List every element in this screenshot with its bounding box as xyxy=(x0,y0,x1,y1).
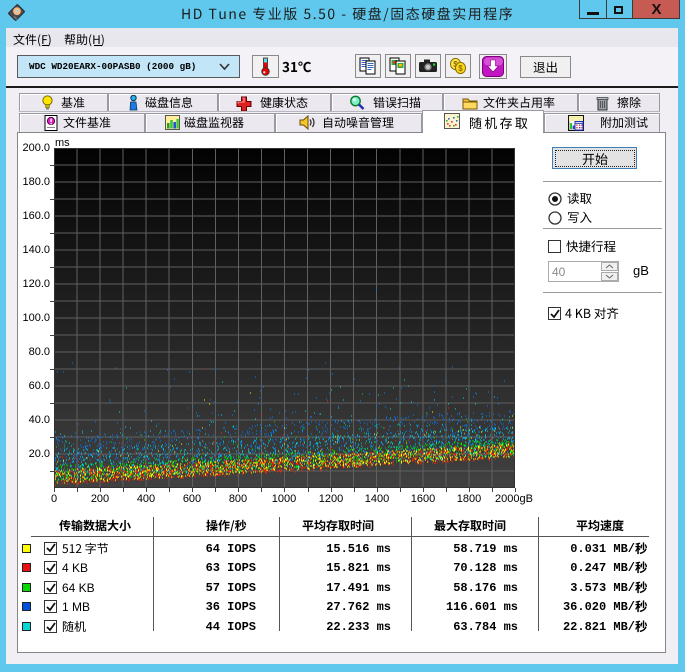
svg-text:$: $ xyxy=(458,64,463,73)
